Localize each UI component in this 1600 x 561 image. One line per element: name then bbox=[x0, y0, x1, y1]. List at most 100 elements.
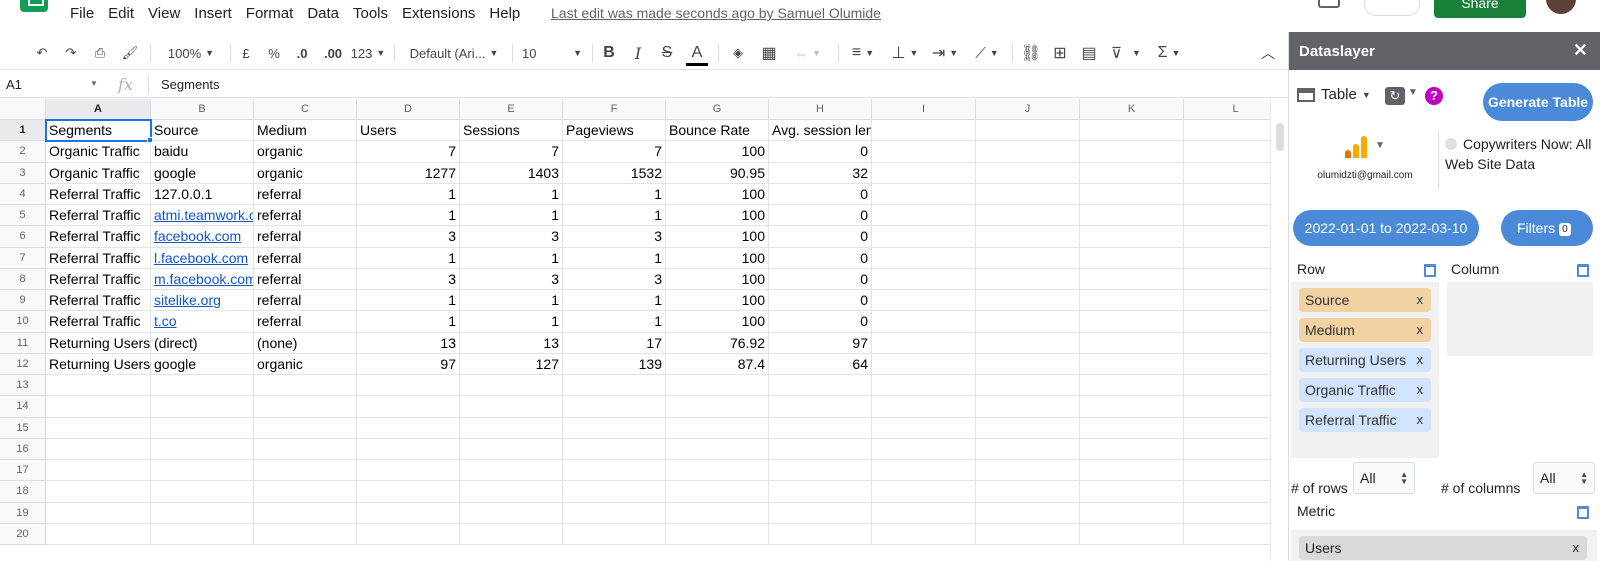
table-cell[interactable] bbox=[1080, 460, 1184, 482]
table-cell[interactable] bbox=[46, 438, 151, 460]
table-cell[interactable] bbox=[769, 502, 872, 524]
table-cell[interactable] bbox=[357, 502, 460, 524]
row-header[interactable]: 4 bbox=[0, 183, 46, 205]
zoom-select[interactable]: 100% ▼ bbox=[160, 42, 222, 64]
column-header[interactable]: C bbox=[254, 99, 357, 120]
table-cell[interactable]: 1 bbox=[563, 311, 666, 333]
table-cell[interactable]: 7 bbox=[357, 141, 460, 163]
table-cell[interactable] bbox=[1080, 141, 1184, 163]
row-header[interactable]: 16 bbox=[0, 438, 46, 460]
table-cell[interactable] bbox=[151, 502, 254, 524]
table-cell[interactable] bbox=[151, 481, 254, 503]
table-cell[interactable] bbox=[872, 141, 976, 163]
table-cell[interactable]: m.facebook.com bbox=[151, 268, 254, 290]
table-cell[interactable]: Organic Traffic bbox=[46, 162, 151, 184]
table-cell[interactable] bbox=[151, 460, 254, 482]
table-cell[interactable] bbox=[1184, 439, 1270, 460]
table-cell[interactable] bbox=[1184, 354, 1270, 375]
table-cell[interactable]: 7 bbox=[563, 141, 666, 163]
table-cell[interactable]: Returning Users bbox=[46, 332, 151, 354]
table-cell[interactable] bbox=[563, 481, 666, 503]
help-icon[interactable]: ? bbox=[1425, 87, 1443, 105]
table-cell[interactable]: Referral Traffic bbox=[46, 268, 151, 290]
table-cell[interactable] bbox=[563, 375, 666, 397]
row-header[interactable]: 14 bbox=[0, 396, 46, 418]
table-cell[interactable]: 0 bbox=[769, 290, 872, 312]
table-cell[interactable] bbox=[872, 268, 976, 290]
text-wrapping-icon[interactable]: ⇥ ▼ bbox=[928, 42, 962, 64]
table-cell[interactable]: Referral Traffic bbox=[46, 290, 151, 312]
table-cell[interactable] bbox=[872, 247, 976, 269]
site-selector[interactable]: Copywriters Now: All Web Site Data bbox=[1445, 134, 1597, 174]
row-header[interactable]: 15 bbox=[0, 417, 46, 439]
table-cell[interactable] bbox=[666, 523, 769, 545]
table-cell[interactable] bbox=[872, 375, 976, 397]
table-cell[interactable] bbox=[1184, 184, 1270, 205]
generate-table-button[interactable]: Generate Table bbox=[1483, 83, 1593, 121]
table-cell[interactable]: 0 bbox=[769, 141, 872, 163]
table-cell[interactable] bbox=[769, 396, 872, 418]
table-cell[interactable]: 0 bbox=[769, 205, 872, 227]
table-cell[interactable]: facebook.com bbox=[151, 226, 254, 248]
table-cell[interactable]: 0 bbox=[769, 226, 872, 248]
scrollbar-thumb[interactable] bbox=[1276, 123, 1284, 151]
table-cell[interactable]: 1 bbox=[460, 183, 563, 205]
table-cell[interactable] bbox=[254, 460, 357, 482]
header-cell[interactable] bbox=[872, 120, 976, 142]
table-cell[interactable] bbox=[254, 523, 357, 545]
row-chip[interactable]: Returning Users x bbox=[1299, 348, 1431, 372]
column-header[interactable]: A bbox=[46, 99, 151, 120]
date-range-button[interactable]: 2022-01-01 to 2022-03-10 bbox=[1293, 210, 1479, 246]
metric-drop-zone[interactable]: Users x bbox=[1291, 530, 1597, 561]
table-cell[interactable] bbox=[976, 268, 1080, 290]
row-header[interactable]: 9 bbox=[0, 290, 46, 312]
row-header[interactable]: 10 bbox=[0, 311, 46, 333]
header-cell[interactable] bbox=[1184, 120, 1270, 142]
table-cell[interactable] bbox=[666, 438, 769, 460]
table-cell[interactable]: 97 bbox=[357, 353, 460, 375]
column-header[interactable]: E bbox=[460, 99, 563, 120]
table-cell[interactable]: 90.95 bbox=[666, 162, 769, 184]
row-header[interactable]: 6 bbox=[0, 226, 46, 248]
row-header[interactable]: 7 bbox=[0, 247, 46, 269]
table-cell[interactable] bbox=[872, 311, 976, 333]
decrease-decimal-button[interactable]: .0 bbox=[292, 42, 312, 64]
table-cell[interactable]: 1 bbox=[460, 311, 563, 333]
insert-link-icon[interactable]: ⛓ bbox=[1020, 42, 1042, 64]
header-cell[interactable]: Bounce Rate bbox=[666, 120, 769, 142]
table-cell[interactable] bbox=[976, 523, 1080, 545]
insert-chart-icon[interactable]: ▤ bbox=[1078, 42, 1100, 64]
redo-icon[interactable]: ↷ bbox=[61, 42, 81, 64]
table-cell[interactable]: 100 bbox=[666, 268, 769, 290]
table-cell[interactable]: referral bbox=[254, 311, 357, 333]
table-cell[interactable] bbox=[357, 375, 460, 397]
table-cell[interactable] bbox=[976, 290, 1080, 312]
table-cell[interactable] bbox=[1080, 226, 1184, 248]
row-header[interactable]: 19 bbox=[0, 502, 46, 524]
table-cell[interactable]: 76.92 bbox=[666, 332, 769, 354]
table-cell[interactable]: 3 bbox=[563, 226, 666, 248]
table-cell[interactable] bbox=[666, 375, 769, 397]
table-cell[interactable] bbox=[151, 438, 254, 460]
table-cell[interactable] bbox=[460, 396, 563, 418]
table-cell[interactable]: 1 bbox=[357, 183, 460, 205]
row-chip[interactable]: Referral Traffic x bbox=[1299, 408, 1431, 432]
table-cell[interactable] bbox=[1184, 226, 1270, 248]
filters-button[interactable]: Filters 0 bbox=[1501, 210, 1593, 246]
row-header[interactable]: 3 bbox=[0, 162, 46, 184]
table-cell[interactable] bbox=[563, 396, 666, 418]
table-cell[interactable]: referral bbox=[254, 226, 357, 248]
borders-icon[interactable]: ▦ bbox=[758, 42, 780, 64]
table-cell[interactable] bbox=[666, 481, 769, 503]
table-cell[interactable] bbox=[1184, 141, 1270, 163]
table-cell[interactable] bbox=[872, 332, 976, 354]
table-cell[interactable]: 0 bbox=[769, 247, 872, 269]
table-cell[interactable] bbox=[769, 375, 872, 397]
table-cell[interactable]: 87.4 bbox=[666, 353, 769, 375]
table-cell[interactable] bbox=[1184, 524, 1270, 545]
table-cell[interactable] bbox=[872, 353, 976, 375]
row-header[interactable]: 5 bbox=[0, 205, 46, 227]
horizontal-align-icon[interactable]: ≡ ▼ bbox=[846, 42, 880, 64]
table-cell[interactable] bbox=[1184, 503, 1270, 524]
header-cell[interactable]: Medium bbox=[254, 120, 357, 142]
